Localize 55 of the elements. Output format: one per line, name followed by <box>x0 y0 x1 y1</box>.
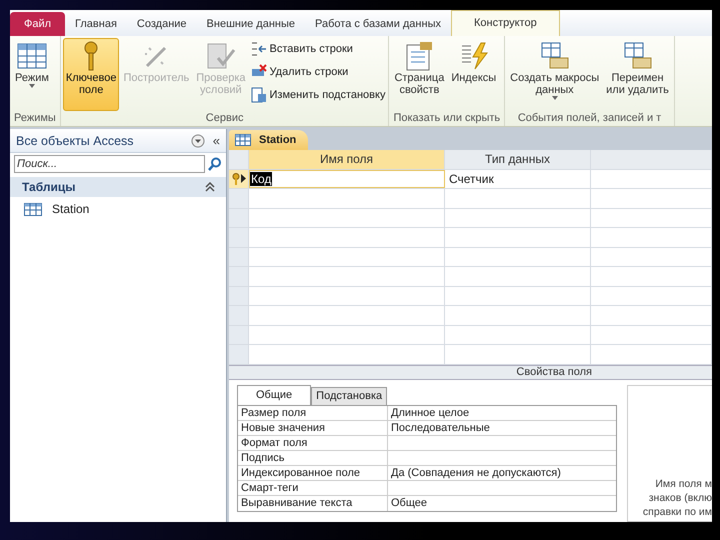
ribbon-tab[interactable]: Создание <box>126 12 197 36</box>
table-icon <box>235 134 251 146</box>
ribbon-button[interactable]: Ключевое поле <box>62 38 120 111</box>
column-header: Тип данных <box>445 150 591 168</box>
ribbon-tab[interactable]: Главная <box>65 12 127 36</box>
properties-tab[interactable]: Подстановка <box>311 386 388 404</box>
search-icon[interactable] <box>208 157 222 171</box>
collapse-chevrons-icon[interactable] <box>204 182 216 192</box>
ribbon-button[interactable]: Режим <box>12 38 52 111</box>
property-value[interactable]: Да (Совпадения не допускаются) <box>391 466 561 478</box>
property-value[interactable]: Длинное целое <box>391 406 470 418</box>
ribbon-button[interactable]: Страница свойств <box>391 38 448 111</box>
ribbon-tab[interactable]: Работа с базами данных <box>305 12 451 36</box>
ribbon-tab[interactable]: Файл <box>10 12 66 36</box>
ribbon-tab[interactable]: Внешние данные <box>196 12 306 36</box>
ribbon-group-label: Режимы <box>13 111 57 126</box>
insert-rows-icon <box>250 41 267 57</box>
property-name: Размер поля <box>241 406 306 418</box>
lookup-icon <box>250 87 267 103</box>
ribbon-button[interactable]: Удалить строки <box>250 63 386 81</box>
nav-group-header[interactable]: Таблицы <box>10 177 226 197</box>
property-name: Индексированное поле <box>241 466 360 478</box>
document-tab[interactable]: Station <box>229 130 308 150</box>
property-value[interactable]: Последовательные <box>391 422 490 434</box>
ribbon-group-label: События полей, записей и т <box>516 111 662 126</box>
ribbon-button[interactable]: Переимен или удалить <box>603 38 672 111</box>
property-name: Новые значения <box>241 422 326 434</box>
table-icon <box>24 202 42 216</box>
dropdown-circle-icon[interactable] <box>190 134 205 148</box>
ribbon-tab[interactable]: Конструктор <box>450 10 560 36</box>
collapse-button[interactable]: « <box>212 133 220 148</box>
ribbon-button[interactable]: Вставить строки <box>250 40 386 58</box>
ribbon-group-label: Показать или скрыть <box>392 111 502 126</box>
property-name: Подпись <box>241 452 285 464</box>
nav-item[interactable]: Station <box>52 202 90 216</box>
row-selector[interactable] <box>229 170 249 188</box>
ribbon-button[interactable]: Индексы <box>448 38 500 111</box>
ribbon-group-label: Сервис <box>204 111 244 126</box>
property-value[interactable]: Общее <box>391 496 428 508</box>
property-name: Выравнивание текста <box>241 496 352 508</box>
ribbon-button[interactable]: Создать макросы данных <box>507 38 602 111</box>
section-title: Свойства поля <box>229 364 712 378</box>
data-type-cell[interactable]: Счетчик <box>448 172 495 186</box>
properties-tab[interactable]: Общие <box>237 384 312 404</box>
current-row-arrow-icon <box>241 174 246 184</box>
nav-pane-title[interactable]: Все объекты Access <box>16 134 183 148</box>
help-text: Имя поля м <box>655 477 712 491</box>
property-name: Формат поля <box>241 436 308 448</box>
ribbon-button[interactable]: Изменить подстановку <box>250 86 386 104</box>
property-name: Смарт-теги <box>241 482 298 494</box>
help-text: знаков (вклю <box>648 491 712 505</box>
help-text: справки по им <box>642 505 712 519</box>
nav-group-label: Таблицы <box>22 180 76 194</box>
search-field[interactable]: Поиск... <box>14 155 205 173</box>
column-header: Имя поля <box>249 150 445 168</box>
